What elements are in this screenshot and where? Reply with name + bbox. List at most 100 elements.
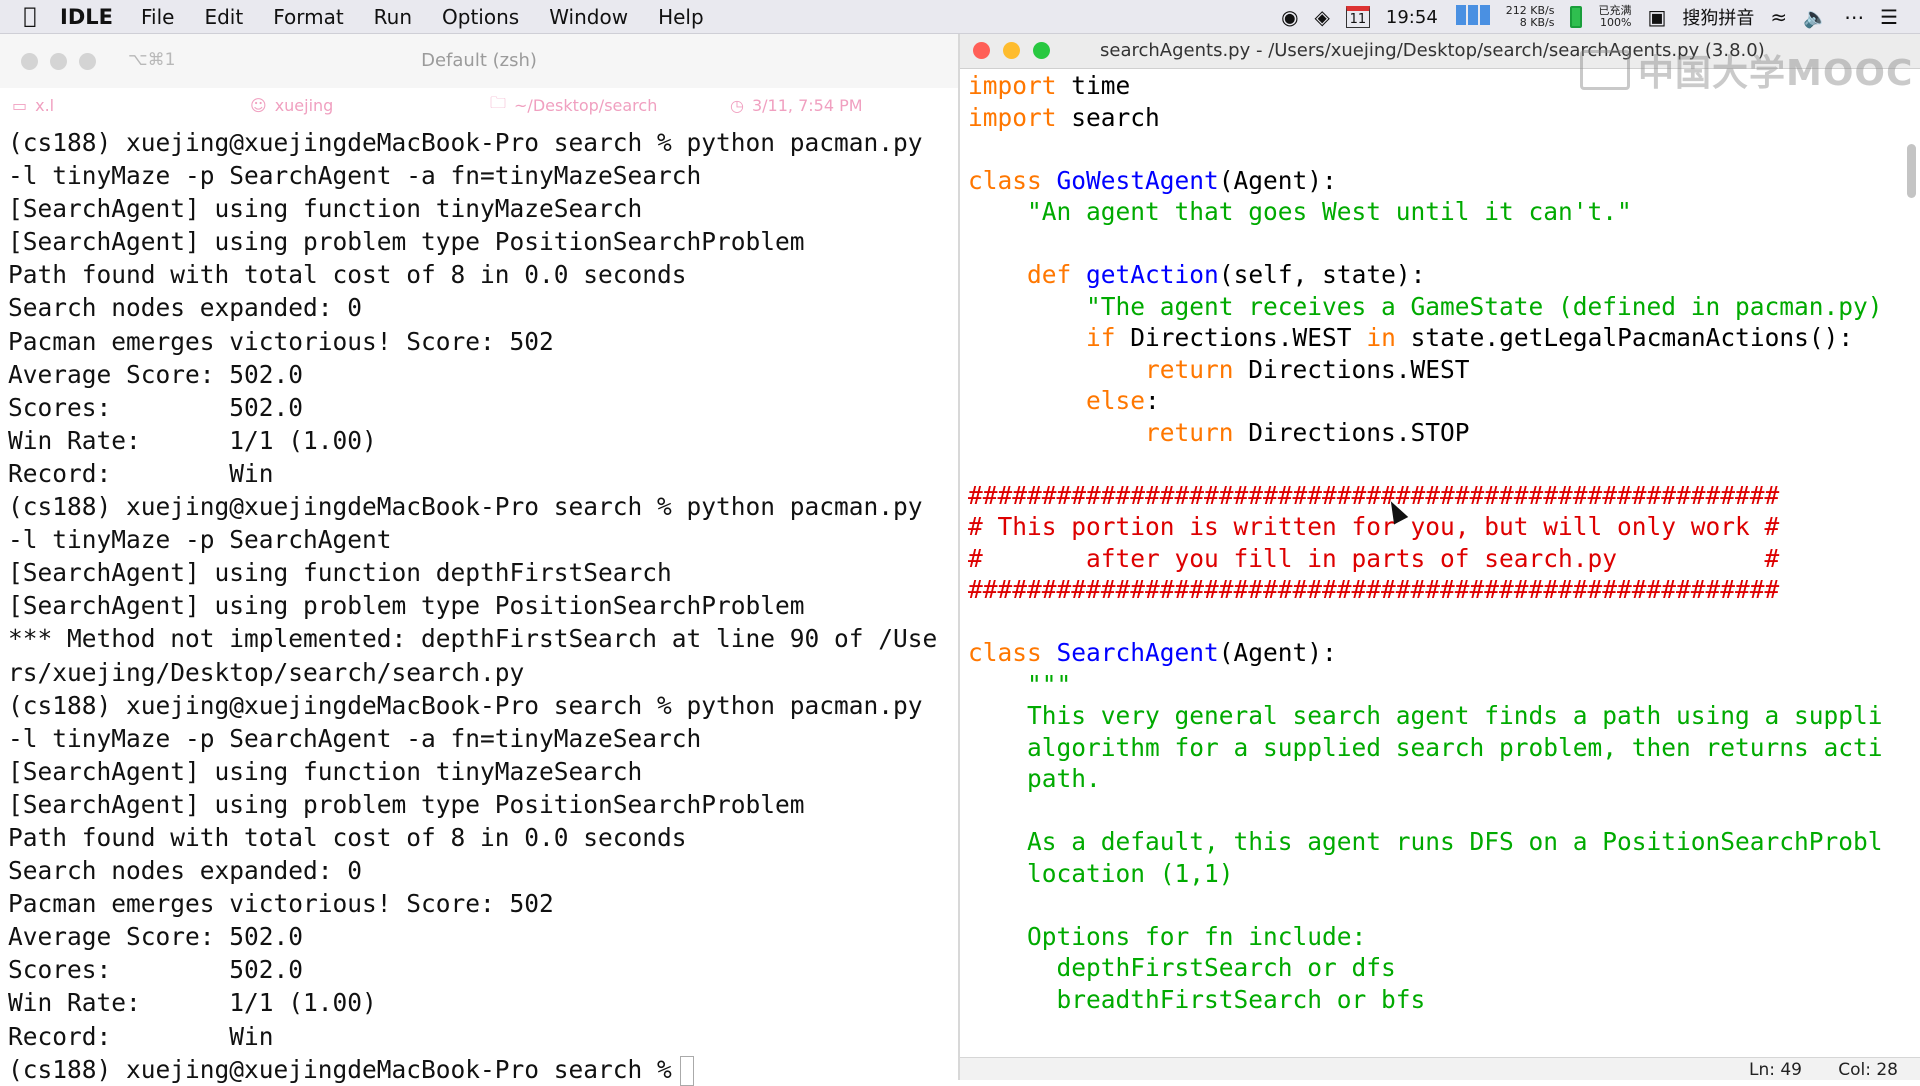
menu-app-name[interactable]: IDLE: [60, 5, 113, 29]
code-line: depthFirstSearch or dfs: [968, 952, 1898, 984]
terminal-info-bar: ▭ x.l ☺ xuejing 🗀 ~/Desktop/search ◷ 3/1…: [0, 88, 958, 122]
code-token: breadthFirstSearch or bfs: [1056, 984, 1426, 1014]
terminal-line: rs/xuejing/Desktop/search/search.py: [8, 657, 525, 687]
code-token: algorithm for a supplied search problem,…: [1027, 732, 1883, 762]
code-token: SearchAgent: [1056, 638, 1219, 667]
user-label: xuejing: [274, 95, 334, 115]
terminal-line: [SearchAgent] using problem type Positio…: [8, 789, 805, 819]
terminal-line: Path found with total cost of 8 in 0.0 s…: [8, 822, 687, 852]
code-token: ########################################…: [968, 575, 1780, 604]
terminal-line: Search nodes expanded: 0: [8, 856, 363, 886]
terminal-line: Pacman emerges victorious! Score: 502: [8, 326, 554, 356]
terminal-line: *** Method not implemented: depthFirstSe…: [8, 624, 938, 654]
menubar-clock[interactable]: 19:54: [1386, 7, 1438, 28]
app-icon-1[interactable]: ◉: [1281, 0, 1298, 34]
code-token: depthFirstSearch or dfs: [1056, 953, 1396, 982]
input-method[interactable]: 搜狗拼音: [1682, 4, 1754, 30]
code-token: As a default, this agent runs DFS on a P…: [1027, 827, 1883, 856]
terminal-line: Search nodes expanded: 0: [8, 293, 363, 323]
sogou-icon[interactable]: ▣: [1647, 0, 1666, 34]
terminal-prompt-line[interactable]: (cs188) xuejing@xuejingdeMacBook-Pro sea…: [8, 1053, 954, 1086]
code-line: path.: [968, 763, 1898, 795]
code-line: # This portion is written for you, but w…: [968, 511, 1898, 543]
terminal-line: [SearchAgent] using problem type Positio…: [8, 591, 805, 621]
code-token: def: [1027, 260, 1072, 289]
apple-icon[interactable]: : [0, 4, 60, 29]
code-token: Directions.STOP: [1248, 417, 1470, 447]
terminal-line: Path found with total cost of 8 in 0.0 s…: [8, 260, 687, 290]
code-line: return Directions.STOP: [968, 417, 1898, 449]
terminal-line: Average Score: 502.0: [8, 359, 304, 389]
code-token: This very general search agent finds a p…: [1027, 701, 1883, 730]
menu-run[interactable]: Run: [374, 5, 412, 29]
terminal-prompt: (cs188) xuejing@xuejingdeMacBook-Pro sea…: [8, 1054, 672, 1084]
menu-edit[interactable]: Edit: [204, 5, 243, 29]
code-line: ########################################…: [968, 574, 1898, 606]
close-button[interactable]: [973, 42, 990, 59]
code-editor[interactable]: import time import search class GoWestAge…: [968, 70, 1898, 1050]
zoom-button[interactable]: [1033, 42, 1050, 59]
code-token: GoWestAgent: [1056, 165, 1219, 195]
terminal-titlebar[interactable]: ⌥⌘1 Default (zsh): [0, 34, 958, 88]
code-token: :: [1145, 386, 1160, 415]
code-token: time: [1071, 71, 1131, 100]
calendar-icon[interactable]: 11: [1345, 6, 1370, 28]
terminal-line: Pacman emerges victorious! Score: 502: [8, 889, 554, 919]
code-token: Directions.WEST: [1248, 354, 1470, 384]
code-token: Directions.WEST: [1130, 323, 1367, 352]
code-line: return Directions.WEST: [968, 354, 1898, 386]
code-line: class SearchAgent(Agent):: [968, 637, 1898, 669]
battery-percent: 100%: [1600, 16, 1632, 29]
code-line: else:: [968, 385, 1898, 417]
battery-info[interactable]: 已充满 100%: [1598, 5, 1631, 29]
code-token: search: [1071, 102, 1160, 132]
terminal-line: Record: Win: [8, 1021, 274, 1051]
menu-window[interactable]: Window: [549, 5, 628, 29]
cpu-icon[interactable]: [1454, 5, 1490, 29]
code-token: return: [1145, 417, 1234, 447]
app-icon-2[interactable]: ◈: [1315, 0, 1330, 34]
status-bar: Ln: 49 Col: 28: [960, 1057, 1920, 1080]
terminal-line: (cs188) xuejing@xuejingdeMacBook-Pro sea…: [8, 128, 923, 157]
time-info: ◷ 3/11, 7:54 PM: [730, 96, 863, 115]
list-icon[interactable]: ☰: [1880, 0, 1898, 34]
code-token: (Agent):: [1218, 638, 1337, 667]
terminal-line: [SearchAgent] using function depthFirstS…: [8, 558, 672, 588]
monitor-icon: ▭: [12, 95, 28, 115]
terminal-line: [SearchAgent] using problem type Positio…: [8, 227, 805, 257]
code-token: ########################################…: [968, 480, 1780, 510]
code-line: location (1,1): [968, 858, 1898, 890]
terminal-line: -l tinyMaze -p SearchAgent -a fn=tinyMaz…: [8, 161, 702, 191]
terminal-line: (cs188) xuejing@xuejingdeMacBook-Pro sea…: [8, 492, 923, 522]
path-label: ~/Desktop/search: [514, 95, 658, 115]
code-token: import: [968, 102, 1057, 132]
code-line: class GoWestAgent(Agent):: [968, 165, 1898, 197]
menu-file[interactable]: File: [141, 5, 174, 29]
battery-icon[interactable]: [1570, 6, 1583, 28]
volume-icon[interactable]: 🔈: [1803, 0, 1828, 34]
wifi-icon[interactable]: ≈: [1770, 0, 1787, 34]
terminal-line: Record: Win: [8, 458, 274, 488]
editor-window: searchAgents.py - /Users/xuejing/Desktop…: [960, 34, 1920, 1080]
menu-help[interactable]: Help: [658, 5, 704, 29]
network-speed[interactable]: 212 KB/s 8 KB/s: [1506, 5, 1555, 29]
scrollbar[interactable]: [1907, 144, 1916, 198]
code-token: in: [1366, 323, 1396, 352]
code-token: path.: [1027, 764, 1101, 793]
terminal-output[interactable]: (cs188) xuejing@xuejingdeMacBook-Pro sea…: [8, 126, 954, 1086]
terminal-line: Average Score: 502.0: [8, 922, 304, 952]
clock-icon: ◷: [730, 95, 744, 115]
menu-format[interactable]: Format: [273, 5, 343, 29]
more-icon[interactable]: ⋯: [1844, 0, 1864, 34]
minimize-button[interactable]: [1003, 42, 1020, 59]
menu-options[interactable]: Options: [442, 5, 519, 29]
